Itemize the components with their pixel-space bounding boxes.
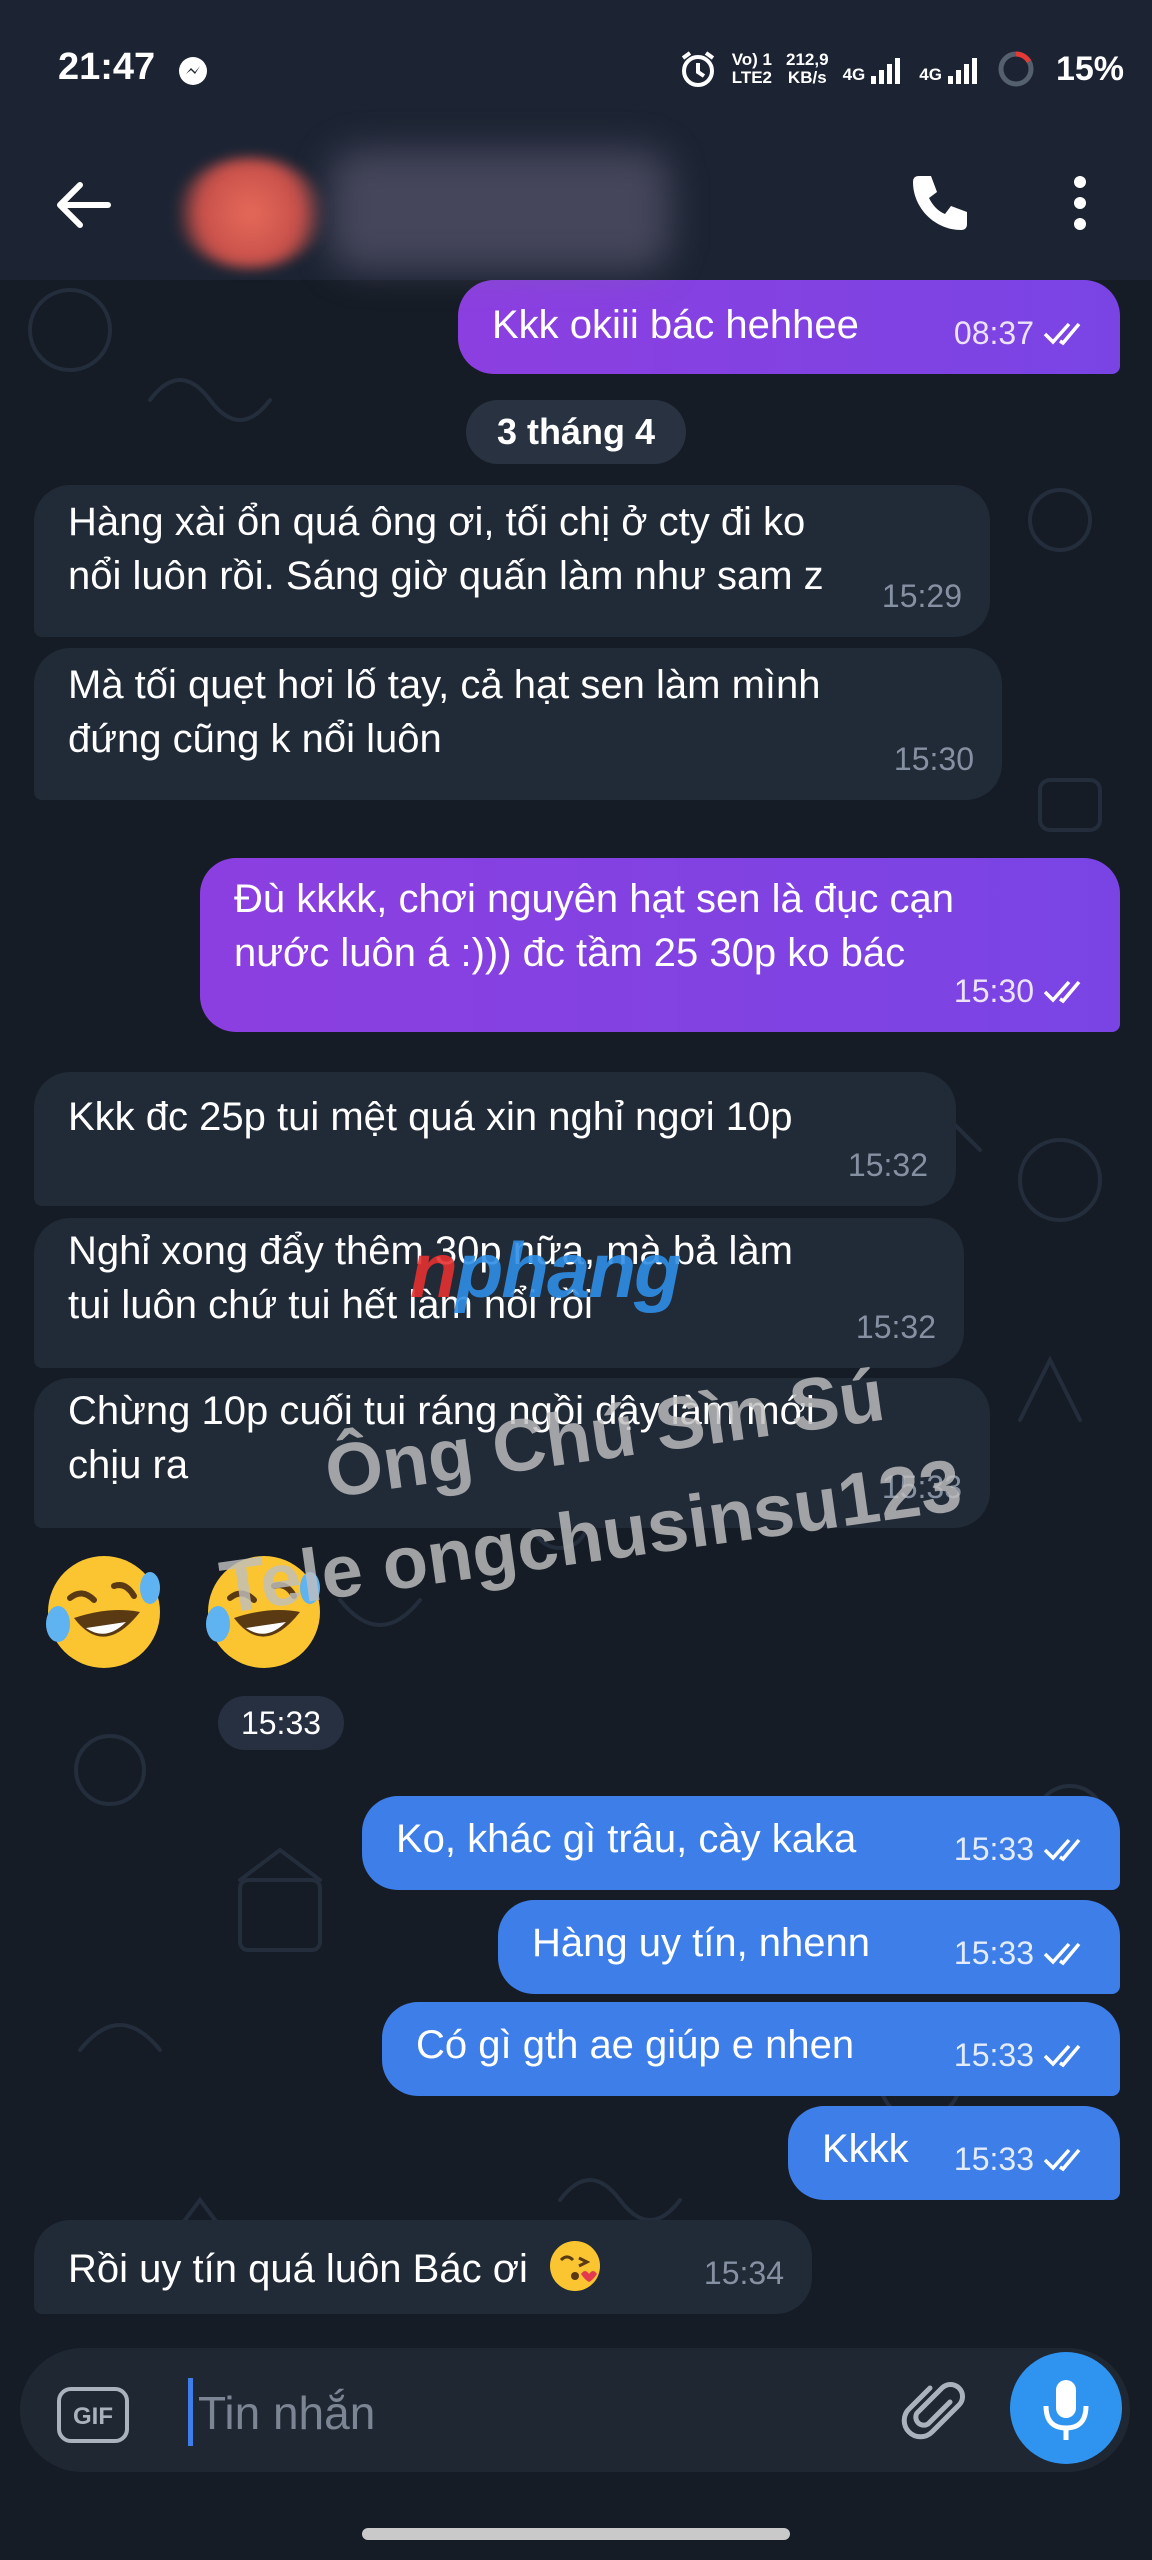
message-bubble-outgoing[interactable]: Kkkk 15:33 (788, 2106, 1120, 2200)
messenger-icon (179, 57, 207, 85)
message-bubble-incoming[interactable]: Hàng xài ổn quá ông ơi, tối chị ở cty đi… (34, 485, 990, 637)
message-bubble-outgoing[interactable]: Ko, khác gì trâu, cày kaka 15:33 (362, 1796, 1120, 1890)
message-bubble-outgoing[interactable]: Đù kkkk, chơi nguyên hạt sen là đục cạn … (200, 858, 1120, 1032)
status-time: 21:47 (58, 46, 156, 88)
message-bubble-incoming[interactable]: Mà tối quẹt hơi lố tay, cả hạt sen làm m… (34, 648, 1002, 800)
sim2-signal: 4G (919, 54, 982, 84)
signal-icon (871, 58, 901, 84)
network-volte: Vo) 1 LTE2 (731, 50, 773, 87)
alarm-icon (681, 51, 714, 87)
phone-icon[interactable] (905, 168, 975, 238)
face-blowing-kiss-emoji (549, 2241, 600, 2291)
microphone-icon (1043, 2380, 1089, 2440)
message-input[interactable] (196, 2372, 900, 2454)
svg-text:GIF: GIF (73, 2403, 113, 2430)
message-bubble-incoming[interactable]: Rồi uy tín quá luôn Bác ơi 15:34 (34, 2220, 812, 2314)
chat-header (0, 130, 1152, 280)
more-vertical-icon[interactable] (1050, 168, 1110, 238)
contact-avatar[interactable] (175, 158, 325, 268)
message-composer: GIF (20, 2348, 1130, 2472)
gif-icon[interactable]: GIF (56, 2386, 130, 2444)
paperclip-icon[interactable] (900, 2376, 970, 2446)
date-separator: 3 tháng 4 (466, 400, 686, 464)
emoji-timestamp: 15:33 (218, 1696, 344, 1750)
message-bubble-incoming[interactable]: Chừng 10p cuối tui ráng ngồi dậy làm mới… (34, 1378, 990, 1528)
rolling-on-floor-laughing-emoji[interactable] (200, 1548, 328, 1676)
sim1-signal: 4G (843, 54, 906, 84)
contact-name-blurred[interactable] (330, 150, 670, 270)
back-arrow-icon[interactable] (50, 172, 116, 238)
text-cursor (188, 2378, 193, 2446)
microphone-button[interactable] (1010, 2352, 1122, 2464)
network-speed: 212,9 KB/s (786, 50, 829, 87)
message-bubble-outgoing[interactable]: Hàng uy tín, nhenn 15:33 (498, 1900, 1120, 1994)
message-bubble-incoming[interactable]: Nghỉ xong đẩy thêm 30p nữa, mà bả làm tu… (34, 1218, 964, 1368)
rolling-on-floor-laughing-emoji[interactable] (40, 1548, 168, 1676)
status-bar: 21:47 Vo) 1 LTE2 212,9 KB/s 4G 4G 15% (0, 0, 1152, 140)
battery-ring-icon (998, 51, 1034, 87)
signal-icon (947, 58, 977, 84)
double-check-icon (1043, 980, 1081, 1004)
message-bubble-incoming[interactable]: Kkk đc 25p tui mệt quá xin nghỉ ngơi 10p… (34, 1072, 956, 1206)
battery-percent: 15% (1055, 49, 1124, 88)
status-indicators: Vo) 1 LTE2 212,9 KB/s 4G 4G 15% (678, 46, 1124, 92)
gesture-nav-handle[interactable] (362, 2528, 790, 2540)
message-bubble-outgoing[interactable]: Có gì gth ae giúp e nhen 15:33 (382, 2002, 1120, 2096)
double-check-icon (1043, 322, 1081, 346)
message-bubble-outgoing[interactable]: Kkk okiii bác hehhee 08:37 (458, 280, 1120, 374)
double-check-icon (1043, 1942, 1081, 1966)
double-check-icon (1043, 1838, 1081, 1862)
double-check-icon (1043, 2148, 1081, 2172)
double-check-icon (1043, 2044, 1081, 2068)
